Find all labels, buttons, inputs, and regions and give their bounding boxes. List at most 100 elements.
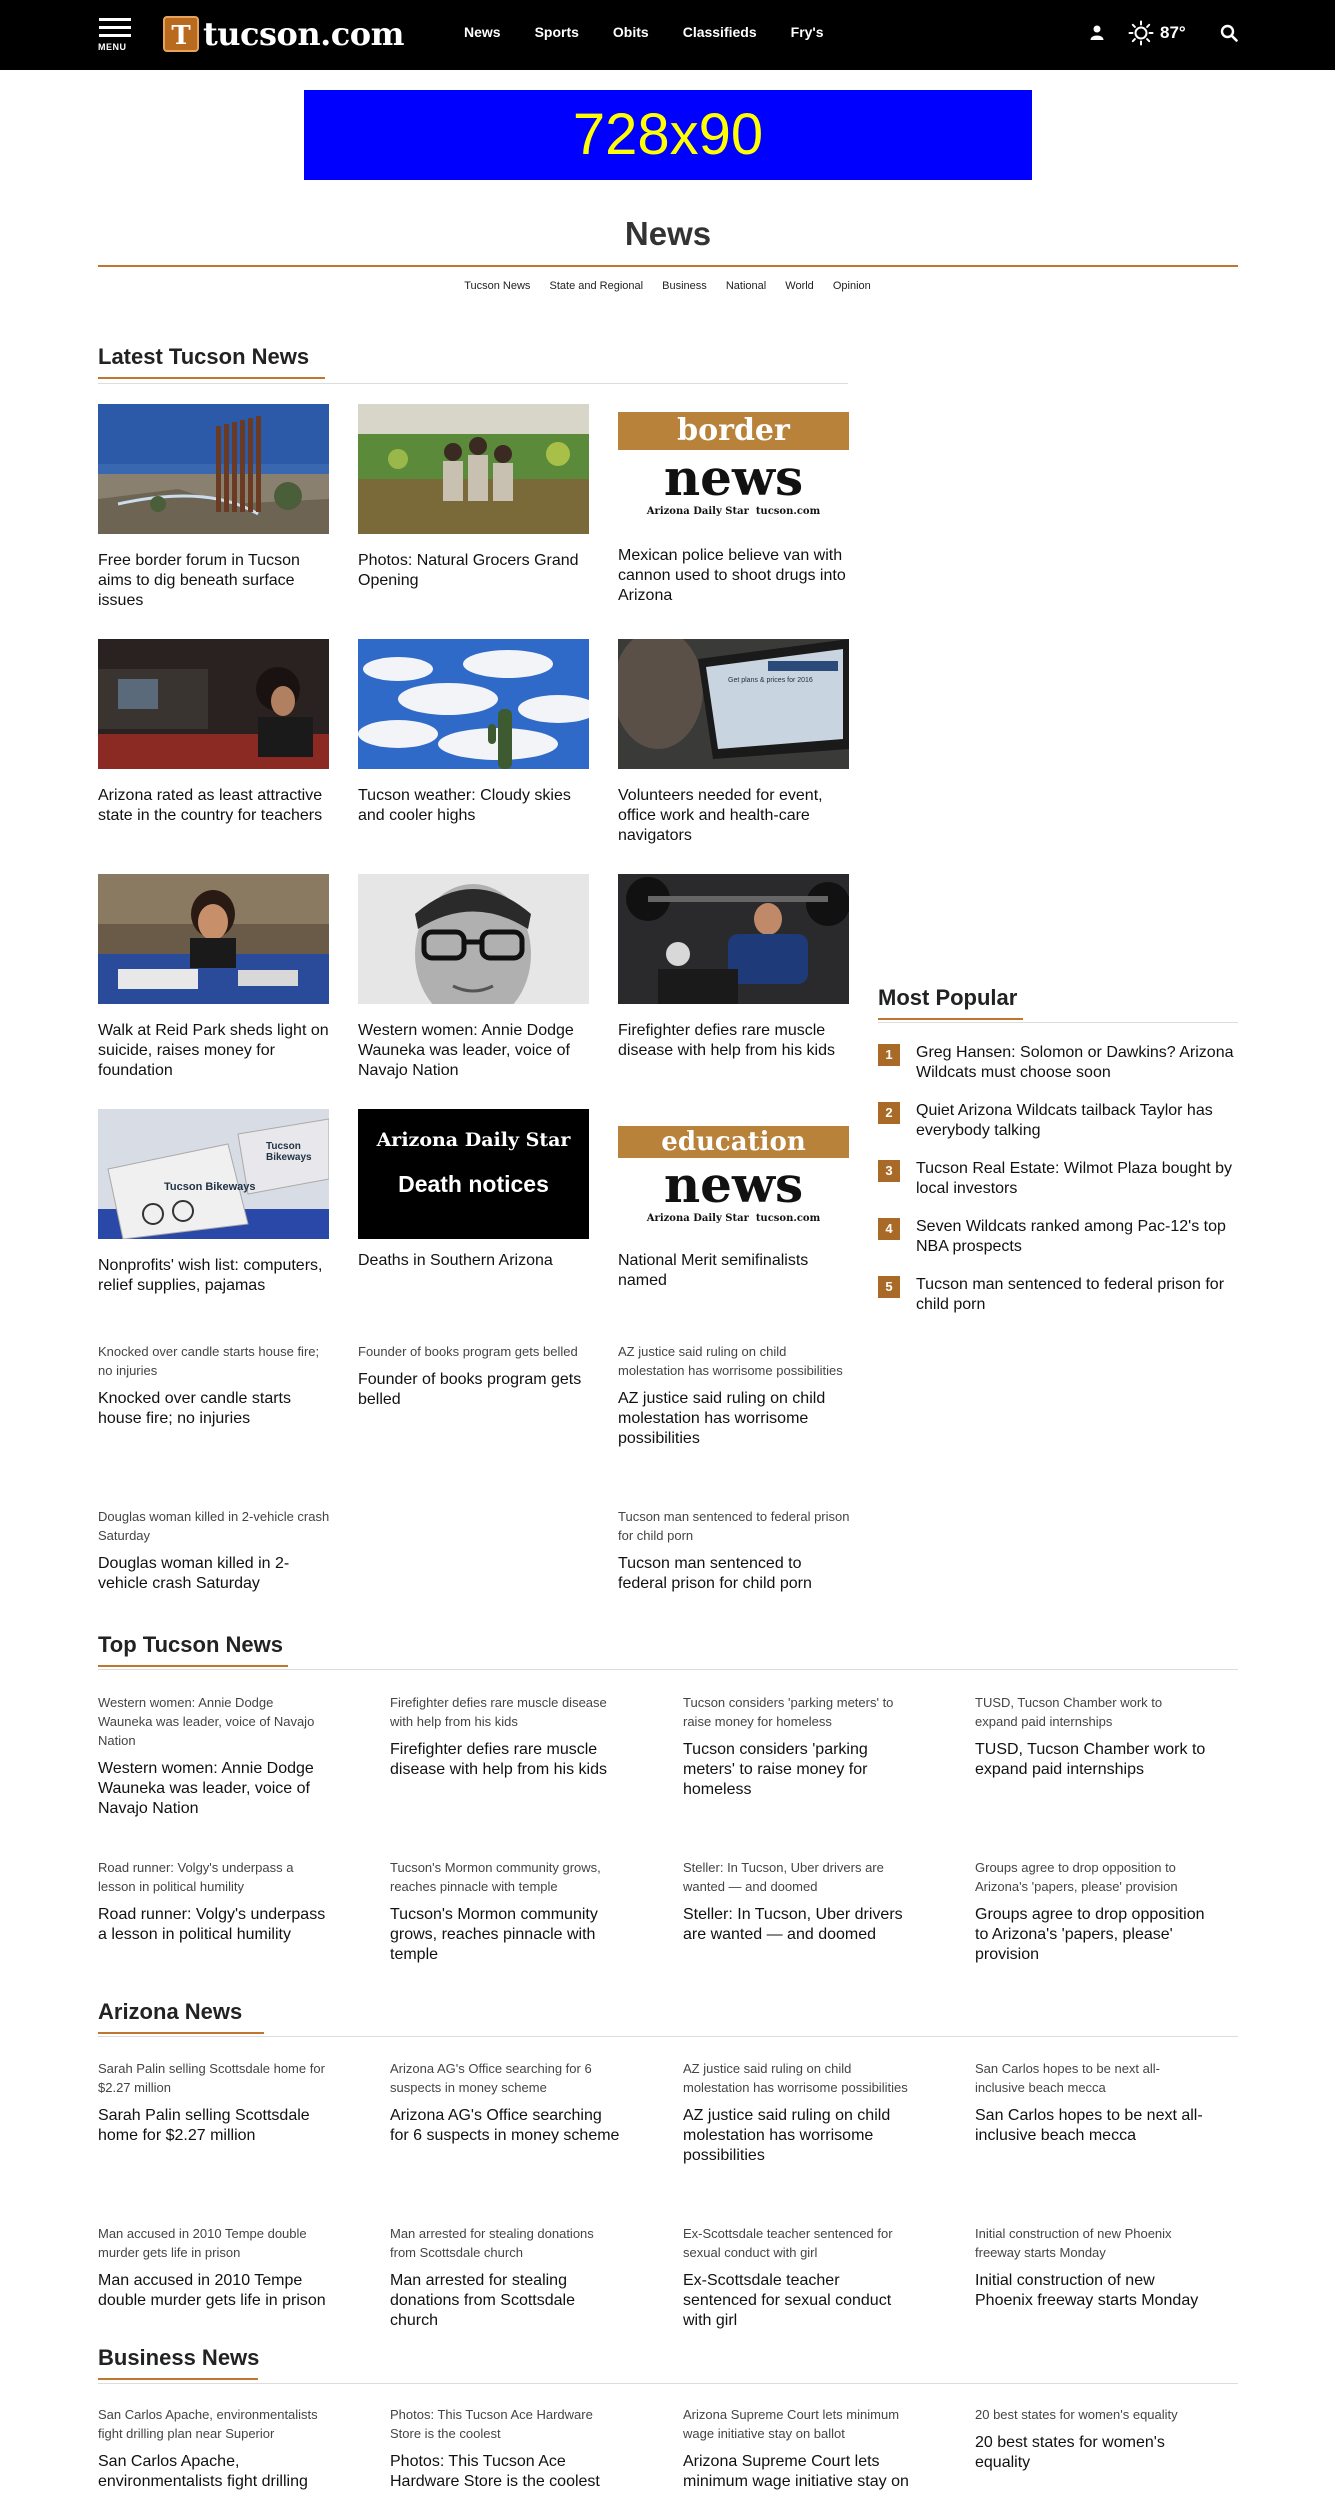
story-headline[interactable]: TUSD, Tucson Chamber work to expand paid… bbox=[975, 1740, 1207, 1780]
text-story[interactable]: Ex-Scottsdale teacher sentenced for sexu… bbox=[683, 2224, 915, 2331]
story-card[interactable]: Western women: Annie Dodge Wauneka was l… bbox=[358, 874, 589, 1081]
story-kicker[interactable]: Man arrested for stealing donations from… bbox=[390, 2224, 622, 2262]
story-headline[interactable]: Western women: Annie Dodge Wauneka was l… bbox=[98, 1759, 330, 1819]
story-headline[interactable]: Walk at Reid Park sheds light on suicide… bbox=[98, 1021, 329, 1081]
story-kicker[interactable]: Knocked over candle starts house fire; n… bbox=[98, 1342, 330, 1380]
story-thumbnail[interactable] bbox=[98, 874, 329, 1004]
story-headline[interactable]: Steller: In Tucson, Uber drivers are wan… bbox=[683, 1905, 915, 1945]
story-kicker[interactable]: Ex-Scottsdale teacher sentenced for sexu… bbox=[683, 2224, 915, 2262]
story-kicker[interactable]: San Carlos hopes to be next all-inclusiv… bbox=[975, 2059, 1207, 2097]
text-story[interactable]: Tucson's Mormon community grows, reaches… bbox=[390, 1858, 622, 1965]
story-card[interactable]: Photos: Natural Grocers Grand Opening bbox=[358, 404, 589, 591]
story-kicker[interactable]: Arizona AG's Office searching for 6 susp… bbox=[390, 2059, 622, 2097]
story-headline[interactable]: Firefighter defies rare muscle disease w… bbox=[390, 1740, 622, 1780]
story-thumbnail[interactable] bbox=[98, 404, 329, 534]
story-kicker[interactable]: Founder of books program gets belled bbox=[358, 1342, 590, 1361]
text-story[interactable]: AZ justice said ruling on child molestat… bbox=[618, 1342, 850, 1449]
story-headline[interactable]: Arizona AG's Office searching for 6 susp… bbox=[390, 2106, 622, 2146]
story-card[interactable]: Get plans & prices for 2016 Volunteers n… bbox=[613, 629, 849, 846]
story-kicker[interactable]: TUSD, Tucson Chamber work to expand paid… bbox=[975, 1693, 1207, 1731]
story-headline[interactable]: Tucson weather: Cloudy skies and cooler … bbox=[358, 786, 589, 826]
text-story[interactable]: San Carlos Apache, environmentalists fig… bbox=[98, 2405, 330, 2492]
nav-classifieds[interactable]: Classifieds bbox=[683, 24, 757, 40]
popular-item[interactable]: 3 Tucson Real Estate: Wilmot Plaza bough… bbox=[878, 1159, 1238, 1199]
story-card[interactable]: education news Arizona Daily Star tucson… bbox=[618, 1109, 849, 1291]
story-kicker[interactable]: Arizona Supreme Court lets minimum wage … bbox=[683, 2405, 915, 2443]
search-icon[interactable] bbox=[1220, 24, 1238, 42]
story-headline[interactable]: Photos: This Tucson Ace Hardware Store i… bbox=[390, 2452, 622, 2492]
story-card[interactable]: border news Arizona Daily Star tucson.co… bbox=[618, 404, 849, 606]
story-headline[interactable]: Mexican police believe van with cannon u… bbox=[618, 546, 849, 606]
nav-sports[interactable]: Sports bbox=[535, 24, 579, 40]
story-headline[interactable]: Man accused in 2010 Tempe double murder … bbox=[98, 2271, 330, 2311]
popular-item[interactable]: 1 Greg Hansen: Solomon or Dawkins? Arizo… bbox=[878, 1043, 1238, 1083]
popular-item[interactable]: 4 Seven Wildcats ranked among Pac-12's t… bbox=[878, 1217, 1238, 1257]
story-card[interactable]: Free border forum in Tucson aims to dig … bbox=[98, 404, 329, 611]
text-story[interactable]: Arizona AG's Office searching for 6 susp… bbox=[390, 2059, 622, 2146]
story-headline[interactable]: 20 best states for women's equality bbox=[975, 2433, 1207, 2473]
story-thumbnail[interactable] bbox=[358, 639, 598, 769]
text-story[interactable]: Tucson man sentenced to federal prison f… bbox=[618, 1507, 850, 1594]
story-kicker[interactable]: 20 best states for women's equality bbox=[975, 2405, 1207, 2424]
story-headline[interactable]: Arizona Supreme Court lets minimum wage … bbox=[683, 2452, 915, 2492]
text-story[interactable]: Groups agree to drop opposition to Arizo… bbox=[975, 1858, 1207, 1965]
popular-headline[interactable]: Quiet Arizona Wildcats tailback Taylor h… bbox=[916, 1101, 1238, 1141]
text-story[interactable]: AZ justice said ruling on child molestat… bbox=[683, 2059, 915, 2166]
story-headline[interactable]: AZ justice said ruling on child molestat… bbox=[618, 1389, 850, 1449]
story-headline[interactable]: Ex-Scottsdale teacher sentenced for sexu… bbox=[683, 2271, 915, 2331]
text-story[interactable]: Photos: This Tucson Ace Hardware Store i… bbox=[390, 2405, 622, 2492]
story-kicker[interactable]: AZ justice said ruling on child molestat… bbox=[683, 2059, 915, 2097]
popular-headline[interactable]: Seven Wildcats ranked among Pac-12's top… bbox=[916, 1217, 1238, 1257]
story-headline[interactable]: Arizona rated as least attractive state … bbox=[98, 786, 329, 826]
story-headline[interactable]: San Carlos Apache, environmentalists fig… bbox=[98, 2452, 330, 2492]
nav-obits[interactable]: Obits bbox=[613, 24, 649, 40]
text-story[interactable]: Road runner: Volgy's underpass a lesson … bbox=[98, 1858, 330, 1945]
text-story[interactable]: Steller: In Tucson, Uber drivers are wan… bbox=[683, 1858, 915, 1945]
subnav-opinion[interactable]: Opinion bbox=[833, 280, 871, 292]
story-card[interactable]: Arizona rated as least attractive state … bbox=[98, 639, 329, 826]
story-headline[interactable]: Free border forum in Tucson aims to dig … bbox=[98, 551, 329, 611]
popular-headline[interactable]: Tucson Real Estate: Wilmot Plaza bought … bbox=[916, 1159, 1238, 1199]
story-kicker[interactable]: Man accused in 2010 Tempe double murder … bbox=[98, 2224, 330, 2262]
story-kicker[interactable]: Tucson considers 'parking meters' to rai… bbox=[683, 1693, 915, 1731]
text-story[interactable]: 20 best states for women's equality 20 b… bbox=[975, 2405, 1207, 2473]
story-headline[interactable]: Sarah Palin selling Scottsdale home for … bbox=[98, 2106, 330, 2146]
menu-button[interactable]: MENU bbox=[97, 18, 133, 54]
text-story[interactable]: Western women: Annie Dodge Wauneka was l… bbox=[98, 1693, 330, 1819]
subnav-tucson-news[interactable]: Tucson News bbox=[464, 280, 530, 292]
story-headline[interactable]: National Merit semifinalists named bbox=[618, 1251, 849, 1291]
story-headline[interactable]: Knocked over candle starts house fire; n… bbox=[98, 1389, 330, 1429]
story-thumbnail[interactable] bbox=[358, 404, 589, 534]
text-story[interactable]: Sarah Palin selling Scottsdale home for … bbox=[98, 2059, 330, 2146]
story-headline[interactable]: Photos: Natural Grocers Grand Opening bbox=[358, 551, 589, 591]
story-kicker[interactable]: AZ justice said ruling on child molestat… bbox=[618, 1342, 850, 1380]
story-thumbnail[interactable] bbox=[613, 629, 849, 769]
story-headline[interactable]: AZ justice said ruling on child molestat… bbox=[683, 2106, 915, 2166]
story-kicker[interactable]: Douglas woman killed in 2-vehicle crash … bbox=[98, 1507, 330, 1545]
story-thumbnail[interactable] bbox=[98, 1109, 330, 1240]
weather-widget[interactable]: 87° bbox=[1128, 20, 1186, 46]
story-headline[interactable]: Road runner: Volgy's underpass a lesson … bbox=[98, 1905, 330, 1945]
ad-banner[interactable]: 728x90 bbox=[304, 90, 1032, 180]
popular-headline[interactable]: Greg Hansen: Solomon or Dawkins? Arizona… bbox=[916, 1043, 1238, 1083]
nav-news[interactable]: News bbox=[464, 24, 501, 40]
text-story[interactable]: Founder of books program gets belled Fou… bbox=[358, 1342, 590, 1410]
story-thumbnail[interactable]: Arizona Daily Star Death notices bbox=[358, 1109, 589, 1239]
story-headline[interactable]: Tucson man sentenced to federal prison f… bbox=[618, 1554, 850, 1594]
story-headline[interactable]: Deaths in Southern Arizona bbox=[358, 1251, 589, 1271]
story-thumbnail[interactable] bbox=[618, 874, 850, 1004]
text-story[interactable]: Firefighter defies rare muscle disease w… bbox=[390, 1693, 622, 1780]
popular-item[interactable]: 5 Tucson man sentenced to federal prison… bbox=[878, 1275, 1238, 1315]
story-kicker[interactable]: Initial construction of new Phoenix free… bbox=[975, 2224, 1207, 2262]
story-kicker[interactable]: San Carlos Apache, environmentalists fig… bbox=[98, 2405, 330, 2443]
story-headline[interactable]: Volunteers needed for event, office work… bbox=[618, 786, 849, 846]
user-icon[interactable] bbox=[1089, 24, 1105, 40]
story-kicker[interactable]: Sarah Palin selling Scottsdale home for … bbox=[98, 2059, 330, 2097]
subnav-world[interactable]: World bbox=[785, 280, 814, 292]
story-thumbnail[interactable]: border news Arizona Daily Star tucson.co… bbox=[618, 404, 849, 534]
story-kicker[interactable]: Steller: In Tucson, Uber drivers are wan… bbox=[683, 1858, 915, 1896]
story-headline[interactable]: Initial construction of new Phoenix free… bbox=[975, 2271, 1207, 2311]
subnav-business[interactable]: Business bbox=[662, 280, 707, 292]
story-kicker[interactable]: Road runner: Volgy's underpass a lesson … bbox=[98, 1858, 330, 1896]
subnav-state-regional[interactable]: State and Regional bbox=[550, 280, 644, 292]
